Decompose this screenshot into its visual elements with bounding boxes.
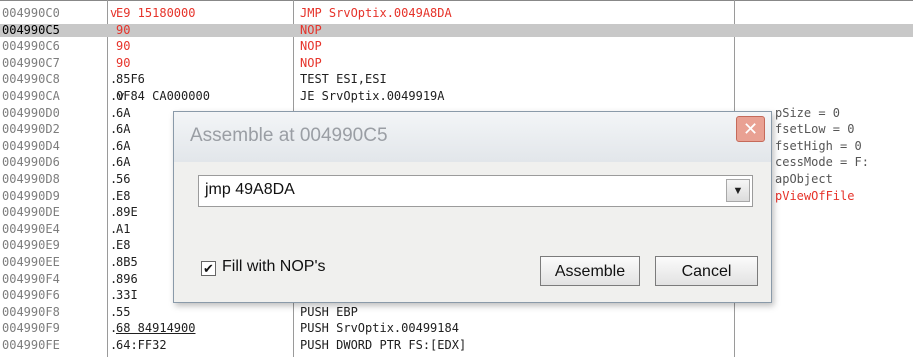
row-address: 004990FE (2, 338, 60, 352)
chevron-down-icon: ▼ (732, 185, 744, 197)
disassembly-row[interactable]: 004990C8. 85F6 TEST ESI,ESI (0, 73, 913, 86)
row-comment: apObject (775, 172, 833, 186)
row-address: 004990F9 (2, 321, 60, 335)
assemble-instruction-input[interactable]: jmp 49A8DA (205, 181, 295, 199)
row-instruction: PUSH DWORD PTR FS:[EDX] (300, 338, 467, 352)
row-hex-dump: 6A (116, 139, 131, 153)
row-hex-dump: E8 (116, 238, 131, 252)
disassembly-row[interactable]: 004990F9. 68 84914900 PUSH SrvOptix.004991… (0, 322, 913, 335)
row-hex-dump: 33I (116, 288, 138, 302)
dialog-titlebar[interactable]: Assemble at 004990C5 ✕ (174, 112, 771, 162)
row-hex-dump: 0F84 CA000000 (116, 89, 210, 103)
row-address: 004990E4 (2, 222, 60, 236)
row-address: 004990F6 (2, 288, 60, 302)
cancel-button[interactable]: Cancel (655, 256, 758, 286)
disassembly-row[interactable]: 004990C6 90 NOP (0, 40, 913, 53)
row-hex-dump: 90 (116, 23, 131, 37)
row-address: 004990F8 (2, 305, 60, 319)
row-comment: fsetHigh = 0 (775, 139, 862, 153)
row-hex-dump: 896 (116, 272, 138, 286)
row-hex-dump: 8B5 (116, 255, 138, 269)
row-hex-dump: 90 (116, 56, 131, 70)
row-address: 004990D8 (2, 172, 60, 186)
row-hex-dump: 55 (116, 305, 131, 319)
row-address: 004990EE (2, 255, 60, 269)
row-address: 004990E9 (2, 238, 60, 252)
disassembly-row[interactable]: 004990C0 v E9 15180000 JMP SrvOptix.0049A8D… (0, 7, 913, 20)
row-address: 004990D2 (2, 122, 60, 136)
row-hex-dump: 89E (116, 205, 138, 219)
row-hex-dump: 90 (116, 39, 131, 53)
row-address: 004990DE (2, 205, 60, 219)
row-hex-dump: 85F6 (116, 72, 145, 86)
row-instruction: NOP (300, 23, 322, 37)
disassembly-row[interactable]: 004990FE. 64:FF32 PUSH DWORD PTR FS:[EDX] (0, 339, 913, 352)
row-hex-dump: E8 (116, 189, 131, 203)
row-hex-dump: 6A (116, 122, 131, 136)
row-address: 004990F4 (2, 272, 60, 286)
row-instruction: PUSH SrvOptix.00499184 (300, 321, 459, 335)
assemble-instruction-combobox[interactable]: jmp 49A8DA ▼ (198, 175, 753, 207)
row-instruction: NOP (300, 39, 322, 53)
row-hex-dump: A1 (116, 222, 131, 236)
dialog-title: Assemble at 004990C5 (190, 125, 388, 146)
top-border (0, 0, 913, 1)
checkmark-icon: ✔ (203, 261, 214, 276)
close-button[interactable]: ✕ (736, 116, 765, 142)
row-address: 004990D6 (2, 155, 60, 169)
row-hex-dump: 56 (116, 172, 131, 186)
row-address: 004990C0 (2, 6, 60, 20)
row-instruction: JMP SrvOptix.0049A8DA (300, 6, 452, 20)
disassembly-row[interactable]: 004990F8. 55 PUSH EBP (0, 306, 913, 319)
row-address: 004990D4 (2, 139, 60, 153)
row-instruction: NOP (300, 56, 322, 70)
row-instruction: JE SrvOptix.0049919A (300, 89, 445, 103)
disassembly-row[interactable]: 004990C5 90 NOP (0, 24, 913, 37)
disassembly-row[interactable]: 004990CA .v 0F84 CA000000 JE SrvOptix.00499… (0, 90, 913, 103)
row-hex-dump: E9 15180000 (116, 6, 196, 20)
row-comment: pViewOfFile (775, 189, 855, 203)
row-address: 004990C6 (2, 39, 60, 53)
dropdown-button[interactable]: ▼ (726, 179, 750, 202)
row-comment: fsetLow = 0 (775, 122, 855, 136)
fill-with-nops-checkbox[interactable]: ✔ (201, 261, 216, 276)
row-comment: pSize = 0 (775, 106, 841, 120)
close-icon: ✕ (742, 119, 759, 139)
row-address: 004990D0 (2, 106, 60, 120)
row-address: 004990D9 (2, 189, 60, 203)
row-address: 004990CA (2, 89, 60, 103)
row-hex-dump: 6A (116, 155, 131, 169)
row-hex-dump: 64:FF32 (116, 338, 167, 352)
row-hex-dump: 68 84914900 (116, 321, 196, 335)
row-address: 004990C7 (2, 56, 60, 70)
disassembly-row[interactable]: 004990C7 90 NOP (0, 57, 913, 70)
assemble-dialog: Assemble at 004990C5 ✕ jmp 49A8DA ▼ ✔ Fi… (173, 111, 772, 303)
row-comment: cessMode = F: (775, 155, 869, 169)
assemble-button[interactable]: Assemble (540, 256, 640, 286)
row-instruction: PUSH EBP (300, 305, 358, 319)
fill-with-nops-label[interactable]: Fill with NOP's (222, 258, 326, 276)
row-hex-dump: 6A (116, 106, 131, 120)
row-instruction: TEST ESI,ESI (300, 72, 387, 86)
row-address: 004990C5 (2, 23, 60, 37)
row-address: 004990C8 (2, 72, 60, 86)
